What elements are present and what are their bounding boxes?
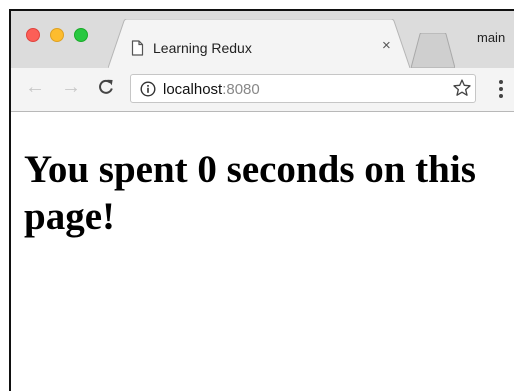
new-tab-button[interactable] <box>411 33 455 68</box>
page-content: You spent 0 seconds on this page! <box>11 112 514 391</box>
info-icon[interactable] <box>140 81 156 97</box>
profile-label[interactable]: main <box>477 30 505 45</box>
toolbar: ← → localhost:8080 <box>11 68 514 112</box>
forward-button[interactable]: → <box>61 76 81 98</box>
tab-title: Learning Redux <box>153 40 252 56</box>
page-heading: You spent 0 seconds on this page! <box>24 148 476 238</box>
bookmark-star-icon[interactable] <box>452 78 472 98</box>
url-host: localhost <box>163 81 223 98</box>
tab-strip: Learning Redux × main <box>11 11 514 68</box>
menu-dots-icon[interactable] <box>498 79 504 99</box>
url-port: :8080 <box>222 81 260 98</box>
reload-icon[interactable] <box>97 78 115 96</box>
browser-window: Learning Redux × main ← → localhost:8080 <box>9 9 514 391</box>
url-text[interactable]: localhost:8080 <box>163 81 260 98</box>
address-bar[interactable]: localhost:8080 <box>130 74 476 103</box>
tab-close-icon[interactable]: × <box>382 38 391 54</box>
minimize-window-button[interactable] <box>50 28 64 42</box>
zoom-window-button[interactable] <box>74 28 88 42</box>
page-icon <box>131 40 144 56</box>
close-window-button[interactable] <box>26 28 40 42</box>
back-button[interactable]: ← <box>25 76 45 98</box>
tab-learning-redux[interactable]: Learning Redux × <box>108 19 411 68</box>
